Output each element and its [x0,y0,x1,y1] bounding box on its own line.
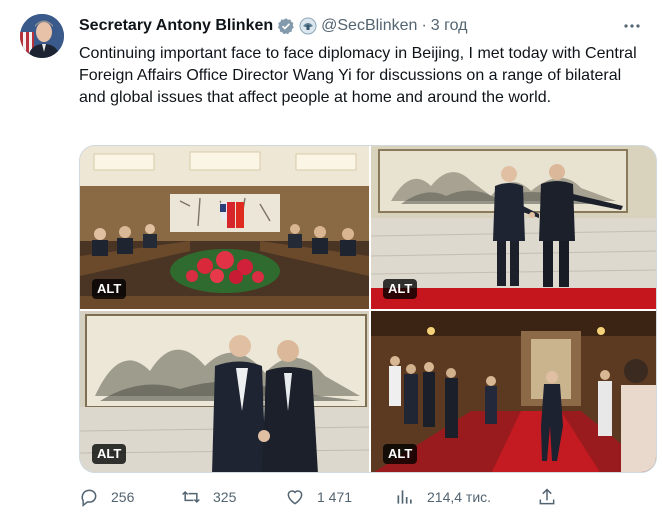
reply-icon [81,489,97,507]
tweet-text: Continuing important face to face diplom… [79,45,637,106]
media-photo-hallway-arrival[interactable]: ALT [371,311,656,472]
action-bar: 256 325 1 471 214,4 тис. [79,485,579,509]
tweet-header: Secretary Antony Blinken @SecBlinken · 3… [79,15,467,37]
like-button[interactable]: 1 471 [285,485,352,509]
repost-count: 325 [213,489,237,505]
share-icon [539,488,555,505]
media-photo-handshake-close[interactable]: ALT [80,311,369,472]
author-handle[interactable]: @SecBlinken [321,17,417,35]
repost-icon [182,490,200,504]
verified-gray-badge-icon [277,17,295,35]
alt-text-badge[interactable]: ALT [383,279,418,299]
view-count: 214,4 тис. [427,489,492,505]
alt-text-badge[interactable]: ALT [383,444,418,464]
media-grid: ALT ALT ALT ALT [79,145,657,473]
tweet-time[interactable]: 3 год [431,17,468,35]
reply-button[interactable]: 256 [79,485,134,509]
avatar-photo [20,14,64,58]
reply-count: 256 [111,489,135,505]
more-options-icon[interactable] [622,16,642,36]
alt-text-badge[interactable]: ALT [92,279,127,299]
alt-text-badge[interactable]: ALT [92,444,127,464]
government-seal-icon [299,17,317,35]
author-name[interactable]: Secretary Antony Blinken [79,17,273,35]
share-button[interactable] [537,485,557,509]
separator-dot: · [421,17,427,34]
repost-button[interactable]: 325 [181,485,236,509]
heart-icon [287,490,303,505]
tweet[interactable]: Secretary Antony Blinken @SecBlinken · 3… [0,0,662,525]
media-photo-meeting-table[interactable]: ALT [80,146,369,309]
media-photo-handshake-wide[interactable]: ALT [371,146,656,309]
views-button[interactable]: 214,4 тис. [395,485,491,509]
views-chart-icon [397,490,412,504]
avatar[interactable] [20,14,64,58]
like-count: 1 471 [317,489,353,505]
